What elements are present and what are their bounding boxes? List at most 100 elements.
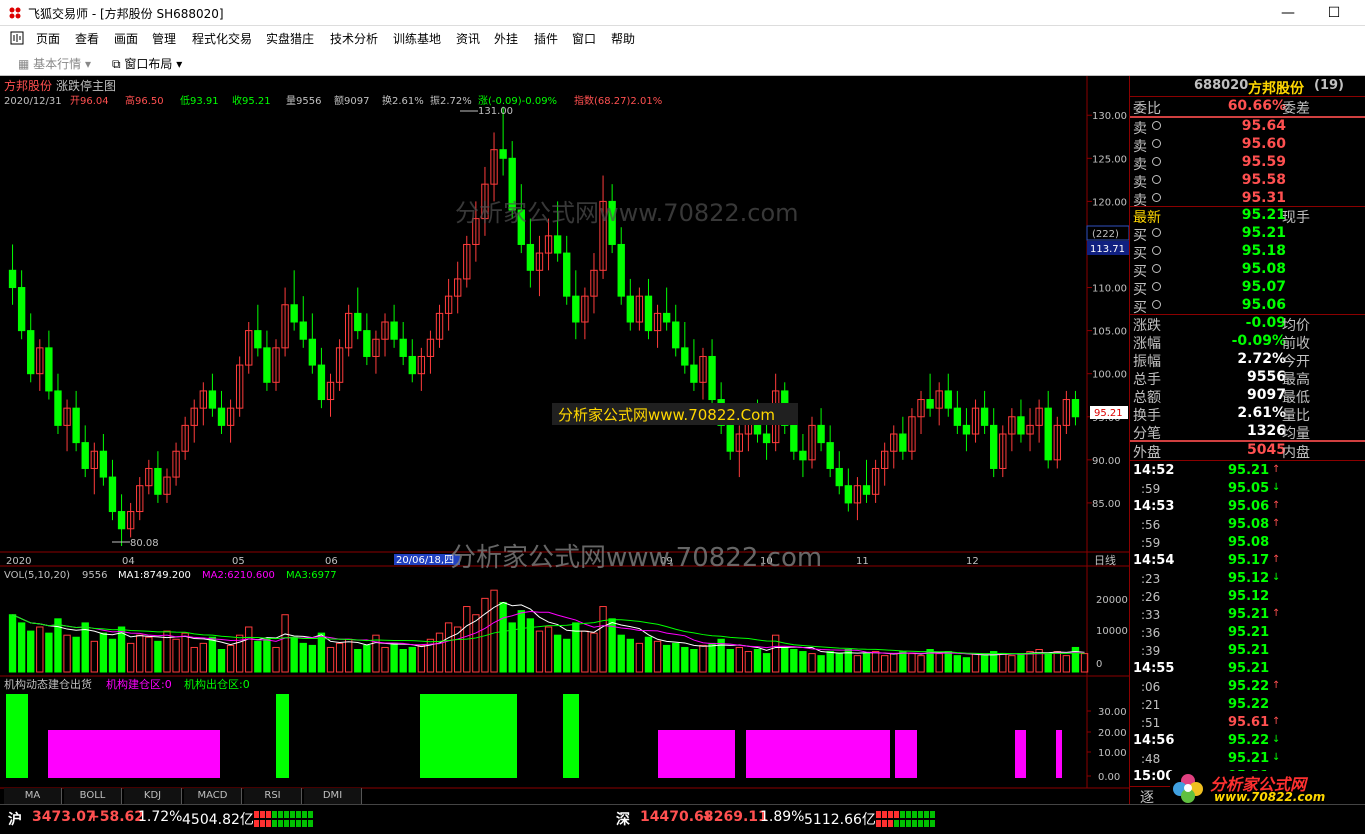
volume-bar	[563, 638, 571, 673]
menu-item-11[interactable]: 窗口	[572, 30, 596, 47]
indicator-build: 机构建仓区:0	[106, 677, 172, 691]
menu-item-12[interactable]: 帮助	[611, 30, 635, 47]
month-label: 11	[856, 556, 869, 567]
stat-row: 分笔 1326 均量	[1133, 423, 1310, 442]
price-tick-label: 100.00	[1092, 370, 1127, 381]
volume-bar	[626, 638, 634, 673]
price-tick-label: 125.00	[1092, 154, 1127, 165]
menu-item-0[interactable]: 页面	[36, 30, 60, 47]
minimize-button[interactable]: —	[1268, 2, 1308, 24]
menu-item-9[interactable]: 外挂	[494, 30, 518, 47]
candle-body	[835, 467, 843, 487]
candle-body	[208, 390, 217, 409]
window-layout-button[interactable]: ⧉ 窗口布局 ▾	[112, 55, 182, 72]
sz-amount: 5112.66亿	[804, 812, 876, 828]
candle-body	[354, 312, 362, 332]
menu-item-8[interactable]: 资讯	[456, 30, 480, 47]
candle-body	[108, 476, 117, 513]
kline-chart-panel[interactable]: 130.00125.00120.00115.00110.00105.00100.…	[0, 76, 1129, 804]
watermark-bottom: 分析家公式网www.70822.com	[450, 543, 822, 573]
candle-body	[926, 399, 934, 409]
breadth-bar-up	[260, 811, 265, 818]
indicator-tab-ma[interactable]: MA	[4, 788, 62, 804]
candle-body	[1017, 416, 1025, 435]
indicator-tab-kdj[interactable]: KDJ	[124, 788, 182, 804]
order-dot-icon[interactable]	[1152, 246, 1161, 255]
candle-body	[817, 424, 825, 444]
menu-item-5[interactable]: 实盘猎庄	[266, 30, 314, 47]
order-dot-icon[interactable]	[1152, 175, 1161, 184]
indicator-block	[1015, 730, 1026, 778]
candle-body	[726, 424, 734, 452]
indicator-tab-macd[interactable]: MACD	[184, 788, 242, 804]
order-dot-icon[interactable]	[1152, 157, 1161, 166]
menu-item-1[interactable]: 查看	[75, 30, 99, 47]
order-dot-icon[interactable]	[1152, 193, 1161, 202]
breadth-bar	[272, 820, 277, 827]
menu-item-4[interactable]: 程式化交易	[192, 30, 252, 47]
buy-level-2: 买 95.18	[1133, 243, 1286, 262]
indicator-block	[6, 694, 28, 778]
volume-bar	[290, 636, 298, 673]
order-dot-icon[interactable]	[1152, 264, 1161, 273]
breadth-bar	[918, 820, 923, 827]
candle-body	[1044, 407, 1052, 461]
tick-row: :51 95.61 ↑	[1141, 715, 1281, 730]
indicator-tab-rsi[interactable]: RSI	[244, 788, 302, 804]
tick-row: :59 95.08	[1141, 535, 1270, 550]
order-dot-icon[interactable]	[1152, 282, 1161, 291]
buy-level-1: 买 95.21	[1133, 225, 1286, 244]
candle-body	[672, 321, 680, 349]
volume-bar	[962, 657, 971, 673]
candle-body	[662, 312, 671, 323]
order-dot-icon[interactable]	[1152, 228, 1161, 237]
menu-item-6[interactable]: 技术分析	[330, 30, 378, 47]
maximize-button[interactable]: ☐	[1314, 2, 1354, 24]
volume-bar	[254, 640, 262, 673]
stat-row: 总额 9097 最低	[1133, 387, 1310, 406]
menu-item-3[interactable]: 管理	[152, 30, 176, 47]
watermark-top: 分析家公式网www.70822.com	[455, 199, 799, 227]
ohlc-date: 2020/12/31	[4, 96, 62, 107]
order-dot-icon[interactable]	[1152, 139, 1161, 148]
basic-quote-button[interactable]: ▦ 基本行情 ▾	[18, 55, 91, 72]
menu-bar: 页面 查看 画面 管理 程式化交易 实盘猎庄 技术分析 训练基地 资讯 外挂 插件 窗口 帮助	[0, 26, 1365, 50]
indicator-tick-label: 10.00	[1098, 748, 1127, 759]
volume-bar	[690, 649, 698, 673]
price-tick-label: 90.00	[1092, 456, 1121, 467]
breadth-bar-down	[296, 811, 301, 818]
sz-pct: 1.89%	[760, 809, 805, 825]
menu-app-icon[interactable]	[10, 31, 24, 45]
period-label[interactable]: 日线	[1094, 553, 1116, 567]
indicator-tab-boll[interactable]: BOLL	[64, 788, 122, 804]
order-dot-icon[interactable]	[1152, 121, 1161, 130]
volume-bar	[408, 646, 416, 673]
volume-bar	[108, 638, 117, 673]
menu-item-10[interactable]: 插件	[534, 30, 558, 47]
candle-body	[8, 269, 17, 289]
vol-header: VOL(5,10,20)	[4, 570, 70, 581]
cursor-date: 20/06/18,四	[396, 555, 454, 566]
open-value: 开96.04	[70, 96, 109, 107]
breadth-bar-up	[254, 811, 259, 818]
stock-name: 方邦股份	[4, 78, 52, 93]
vol-ma2: MA2:6210.600	[202, 570, 275, 581]
volume-bar	[390, 642, 398, 673]
order-dot-icon[interactable]	[1152, 300, 1161, 309]
toolbar: ▦ 基本行情 ▾ ⧉ 窗口布局 ▾	[0, 50, 1365, 76]
volume-bar	[726, 649, 734, 673]
price-tick-label: 130.00	[1092, 111, 1127, 122]
candle-body	[980, 407, 989, 426]
breadth-bar-down	[290, 811, 295, 818]
chart-type-label: 涨跌停主图	[56, 78, 116, 93]
candle-body	[254, 330, 262, 349]
indicator-tick-label: 0.00	[1098, 772, 1120, 783]
menu-item-7[interactable]: 训练基地	[393, 30, 441, 47]
menu-item-2[interactable]: 画面	[114, 30, 138, 47]
window-title: 飞狐交易师 - [方邦股份 SH688020]	[28, 7, 224, 21]
indicator-tab-dmi[interactable]: DMI	[304, 788, 362, 804]
candle-body	[553, 235, 562, 254]
sell-level-2: 卖 95.58	[1133, 172, 1286, 191]
candle-body	[27, 330, 35, 375]
volume-bar	[99, 632, 108, 673]
